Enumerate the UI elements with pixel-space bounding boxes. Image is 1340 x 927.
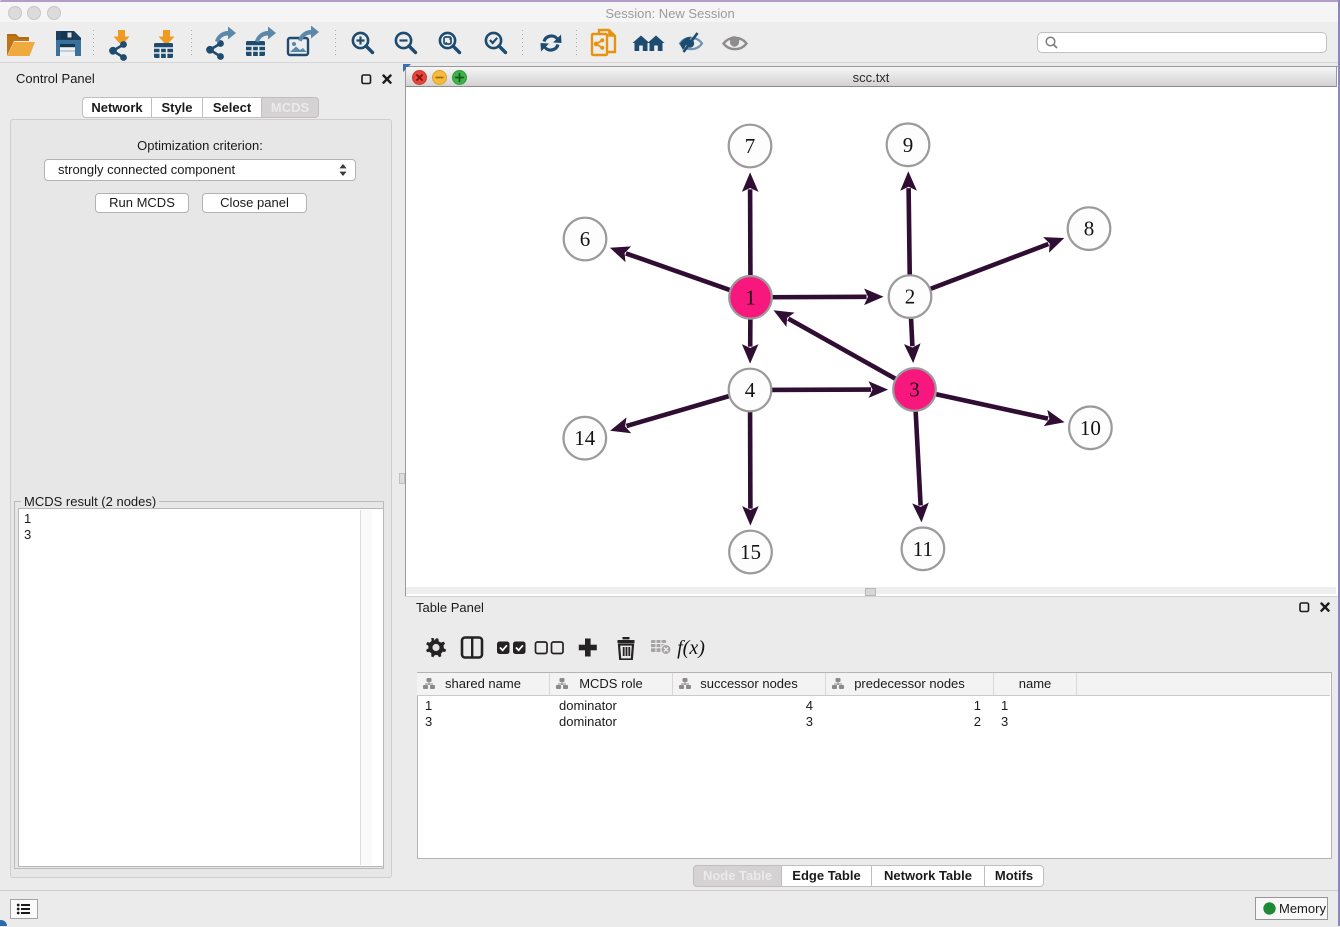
svg-text:7: 7	[745, 134, 756, 158]
svg-text:2: 2	[905, 285, 916, 309]
svg-text:9: 9	[903, 133, 914, 157]
svg-text:3: 3	[909, 378, 920, 402]
svg-text:8: 8	[1084, 217, 1095, 241]
svg-text:f(x): f(x)	[677, 637, 705, 659]
svg-text:11: 11	[913, 537, 933, 561]
svg-text:4: 4	[745, 378, 756, 402]
svg-text:14: 14	[574, 426, 596, 450]
svg-text:10: 10	[1080, 416, 1101, 440]
svg-text:6: 6	[580, 227, 591, 251]
svg-text:1: 1	[745, 285, 756, 309]
svg-text:15: 15	[740, 540, 761, 564]
